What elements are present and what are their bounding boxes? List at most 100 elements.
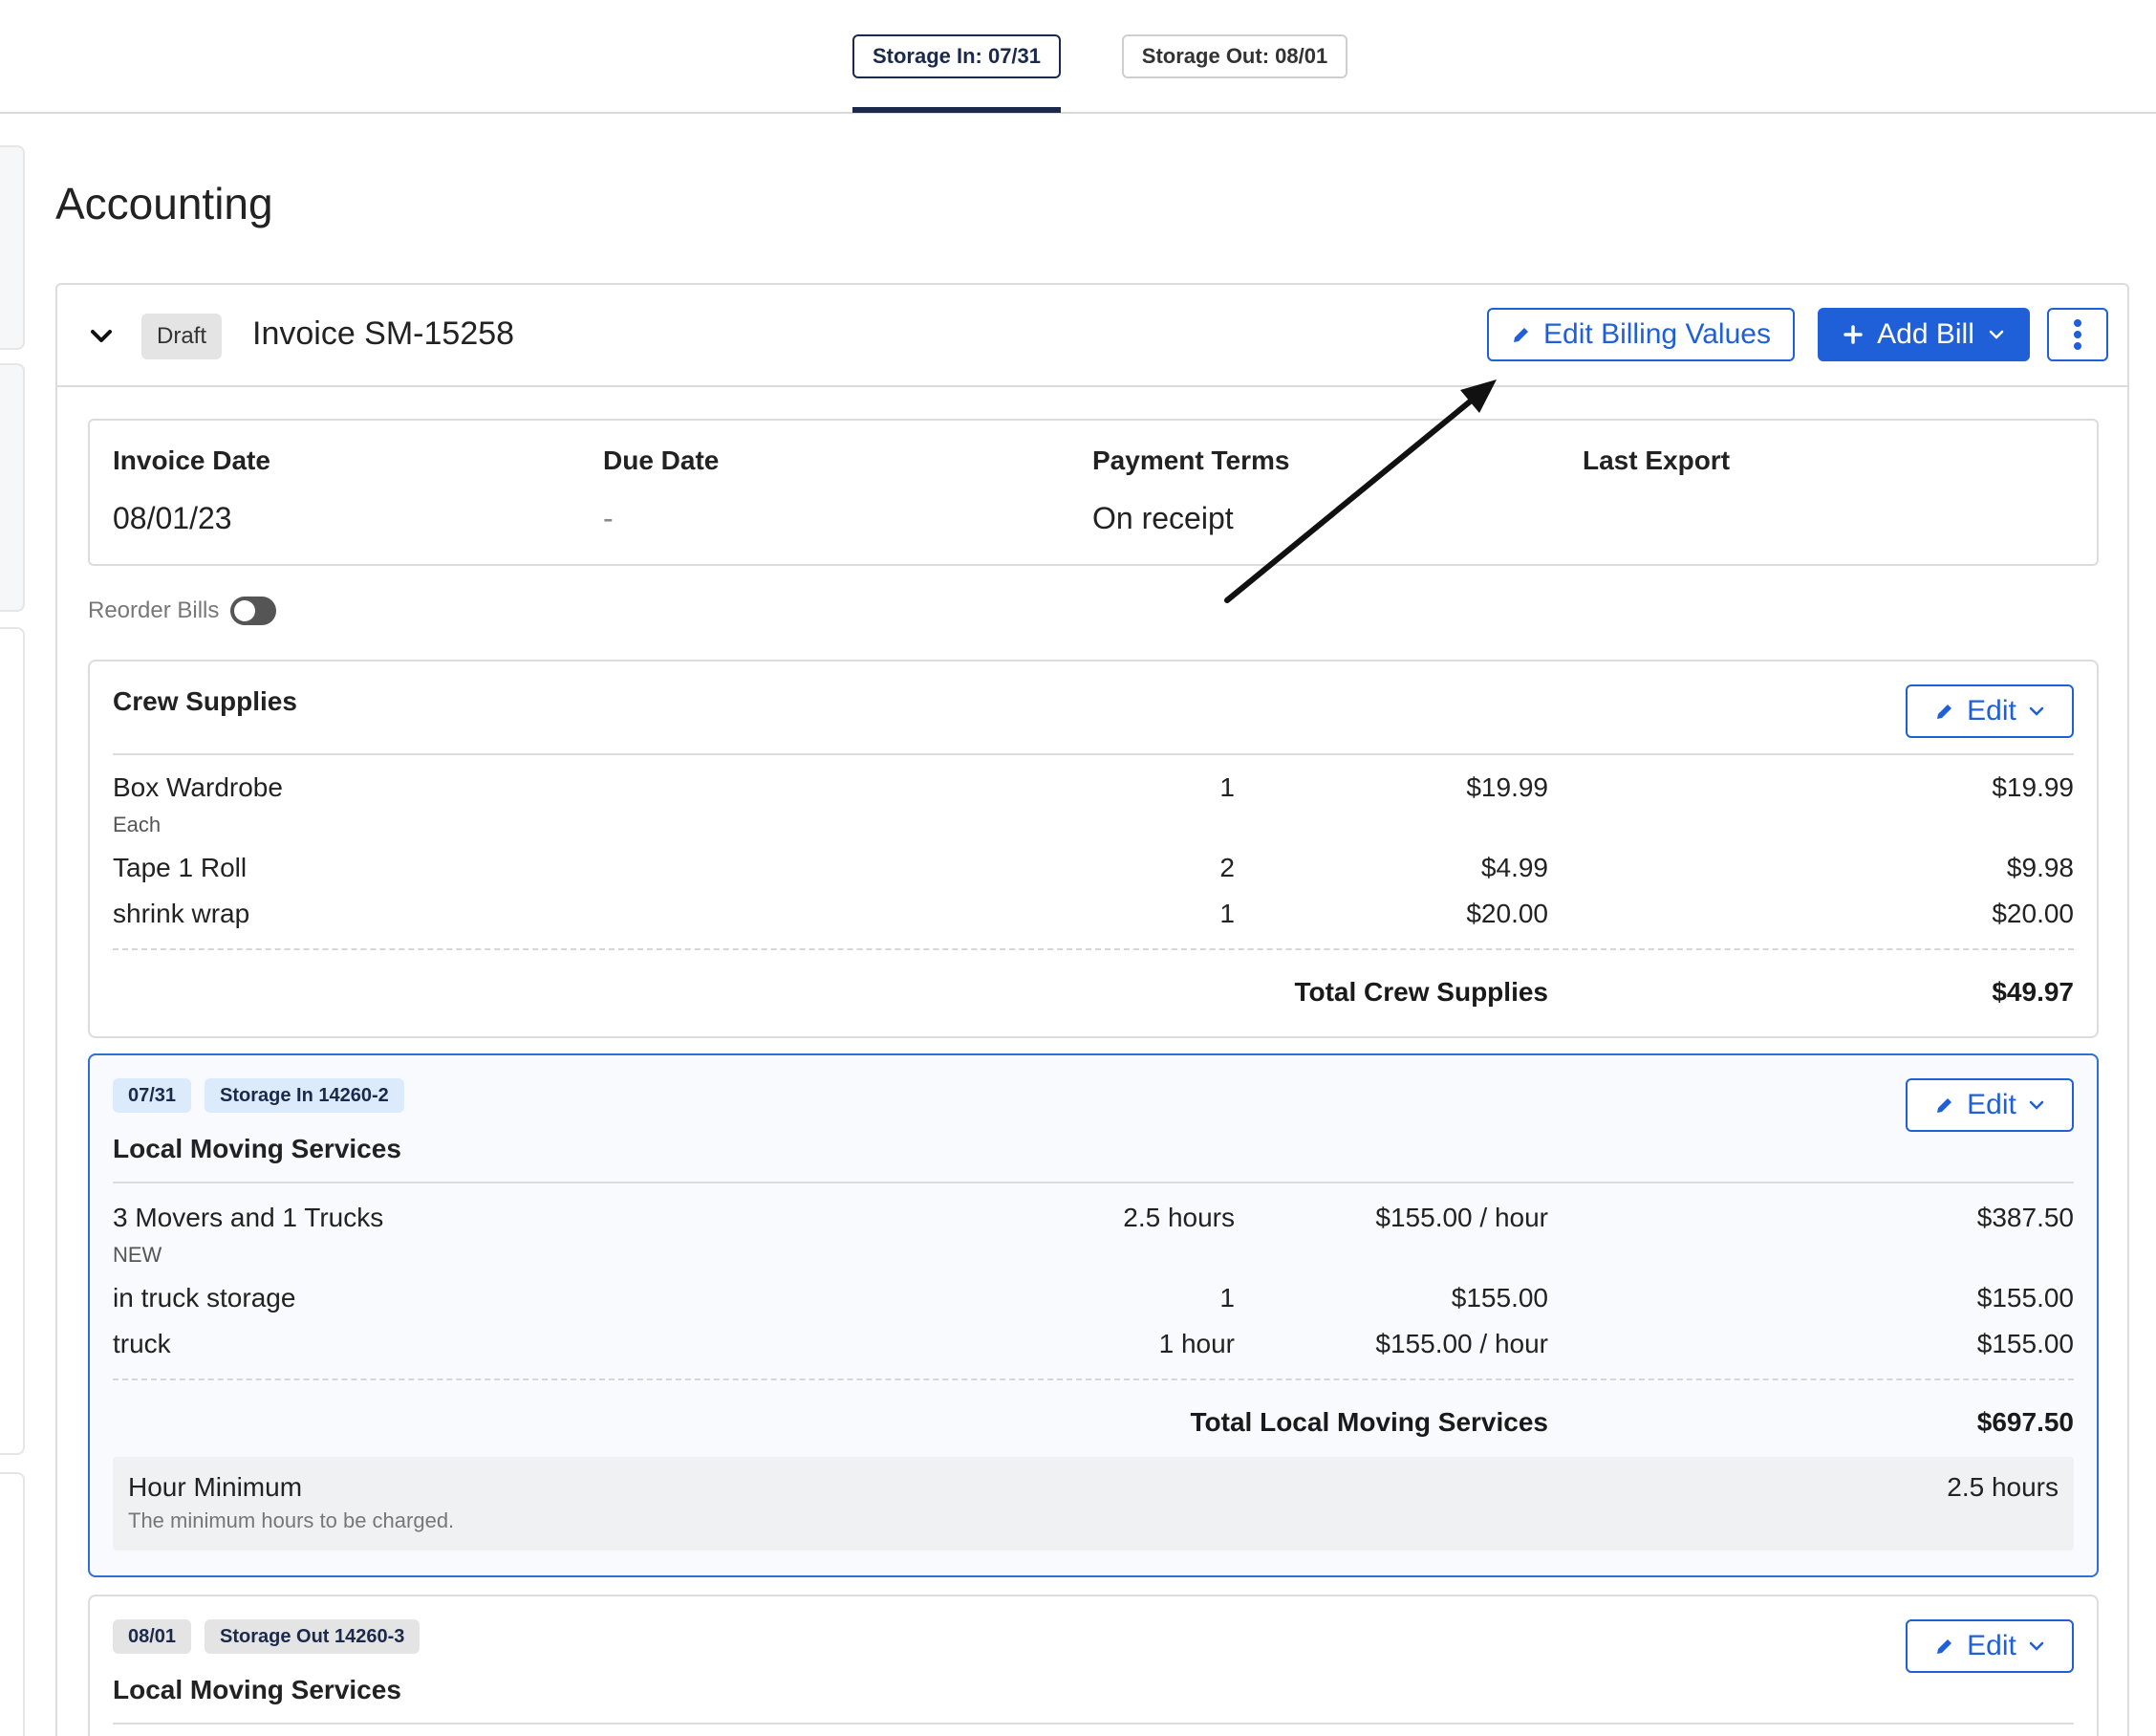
item-rate: $20.00 (1466, 899, 1548, 928)
item-name: Box Wardrobe (113, 772, 283, 802)
date-tag: 07/31 (113, 1078, 192, 1113)
item-rate: $4.99 (1480, 853, 1548, 882)
tab-label: Storage Out: 08/01 (1141, 44, 1328, 68)
info-value: - (603, 501, 614, 535)
pencil-icon (1937, 1639, 1952, 1654)
item-name: in truck storage (113, 1283, 296, 1313)
item-qty: 1 (1219, 899, 1235, 928)
item-rate: $19.99 (1466, 772, 1548, 802)
minimum-title: Hour Minimum (128, 1472, 303, 1502)
item-total: $155.00 (1976, 1329, 2074, 1358)
date-tag: 08/01 (113, 1619, 192, 1654)
table-row: truck 1 hour $155.00 / hour $155.00 (113, 1329, 2074, 1367)
item-unit: Each (113, 813, 162, 836)
info-label: Due Date (603, 445, 720, 475)
side-panel-edge (0, 627, 25, 1455)
table-row: Box Wardrobe 1 $19.99 $19.99 (113, 772, 2074, 811)
info-value: 08/01/23 (113, 501, 232, 535)
bill-title: Local Moving Services (113, 1134, 401, 1163)
chevron-down-icon (2029, 1641, 2044, 1651)
item-rate: $155.00 (1451, 1283, 1548, 1313)
invoice-card: Draft Invoice SM-15258 Edit Billing Valu… (55, 283, 2129, 1736)
table-row: in truck storage 1 $155.00 $155.00 (113, 1283, 2074, 1321)
tab-label: Storage In: 07/31 (872, 44, 1042, 68)
pencil-icon (1937, 705, 1952, 719)
bill-local-moving-storage-out: 08/01 Storage Out 14260-3 Local Moving S… (88, 1595, 2099, 1736)
divider (113, 753, 2074, 755)
item-name: truck (113, 1329, 171, 1358)
chevron-down-icon (2029, 706, 2044, 716)
total-label: Total Crew Supplies (1294, 977, 1548, 1007)
side-panel-edge (0, 1472, 25, 1736)
last-export: Last Export (1583, 445, 1730, 501)
bill-title: Local Moving Services (113, 1675, 401, 1704)
item-total: $155.00 (1976, 1283, 2074, 1313)
item-qty: 2 (1219, 853, 1235, 882)
side-panel-edge (0, 363, 25, 612)
tab-storage-in[interactable]: Storage In: 07/31 (852, 34, 1061, 78)
item-total: $9.98 (2006, 853, 2074, 882)
reorder-label: Reorder Bills (88, 597, 220, 623)
total-value: $49.97 (1992, 977, 2074, 1007)
chevron-down-icon[interactable] (88, 323, 115, 350)
divider (113, 948, 2074, 950)
info-label: Invoice Date (113, 445, 270, 475)
button-label: Edit (1967, 695, 2016, 727)
info-label: Payment Terms (1092, 445, 1290, 475)
status-badge: Draft (141, 314, 223, 359)
reorder-toggle[interactable] (230, 597, 277, 625)
invoice-header: Draft Invoice SM-15258 Edit Billing Valu… (57, 285, 2127, 387)
more-options-button[interactable] (2047, 308, 2108, 361)
pencil-icon (1937, 1098, 1952, 1113)
bill-crew-supplies: Crew Supplies Edit Box Wardrobe 1 $19.99… (88, 660, 2099, 1038)
button-label: Edit (1967, 1089, 2016, 1120)
item-rate: $155.00 / hour (1375, 1203, 1548, 1232)
table-row: shrink wrap 1 $20.00 $20.00 (113, 899, 2074, 937)
item-note: NEW (113, 1243, 162, 1267)
invoice-title: Invoice SM-15258 (252, 315, 515, 352)
bill-title: Crew Supplies (113, 686, 297, 716)
tab-storage-out[interactable]: Storage Out: 08/01 (1122, 34, 1348, 78)
reorder-bills: Reorder Bills (88, 597, 277, 625)
item-rate: $155.00 / hour (1375, 1329, 1548, 1358)
side-panel-edge (0, 145, 25, 350)
plus-icon (1843, 325, 1863, 344)
item-total: $387.50 (1976, 1203, 2074, 1232)
item-name: Tape 1 Roll (113, 853, 248, 882)
edit-bill-button[interactable]: Edit (1906, 1078, 2074, 1132)
payment-terms: Payment Terms On receipt (1092, 445, 1289, 536)
button-label: Add Bill (1877, 318, 1974, 350)
pencil-icon (1514, 328, 1529, 342)
edit-bill-button[interactable]: Edit (1906, 684, 2074, 738)
bill-local-moving-storage-in: 07/31 Storage In 14260-2 Local Moving Se… (88, 1053, 2099, 1577)
edit-bill-button[interactable]: Edit (1906, 1619, 2074, 1673)
minimum-description: The minimum hours to be charged. (128, 1508, 455, 1532)
item-name: 3 Movers and 1 Trucks (113, 1203, 384, 1232)
job-tag: Storage Out 14260-3 (205, 1619, 420, 1654)
invoice-date: Invoice Date 08/01/23 (113, 445, 270, 536)
item-qty: 1 (1219, 772, 1235, 802)
total-label: Total Local Moving Services (1190, 1407, 1548, 1437)
divider (113, 1723, 2074, 1725)
chevron-down-icon (2029, 1100, 2044, 1110)
button-label: Edit Billing Values (1543, 318, 1771, 350)
divider (113, 1182, 2074, 1183)
item-qty: 2.5 hours (1123, 1203, 1235, 1232)
active-tab-indicator (852, 107, 1061, 113)
button-label: Edit (1967, 1630, 2016, 1661)
item-qty: 1 (1219, 1283, 1235, 1313)
page-title: Accounting (55, 179, 273, 228)
item-qty: 1 hour (1158, 1329, 1235, 1358)
kebab-menu-icon (2074, 319, 2081, 350)
edit-billing-values-button[interactable]: Edit Billing Values (1487, 308, 1795, 361)
info-value: On receipt (1092, 501, 1234, 535)
chevron-down-icon (1989, 330, 2004, 339)
total-value: $697.50 (1976, 1407, 2074, 1437)
add-bill-button[interactable]: Add Bill (1818, 308, 2030, 361)
item-total: $19.99 (1992, 772, 2074, 802)
info-label: Last Export (1583, 445, 1731, 475)
divider (113, 1378, 2074, 1380)
table-row: Tape 1 Roll 2 $4.99 $9.98 (113, 853, 2074, 891)
due-date: Due Date - (603, 445, 719, 536)
hour-minimum: Hour Minimum The minimum hours to be cha… (113, 1457, 2074, 1551)
